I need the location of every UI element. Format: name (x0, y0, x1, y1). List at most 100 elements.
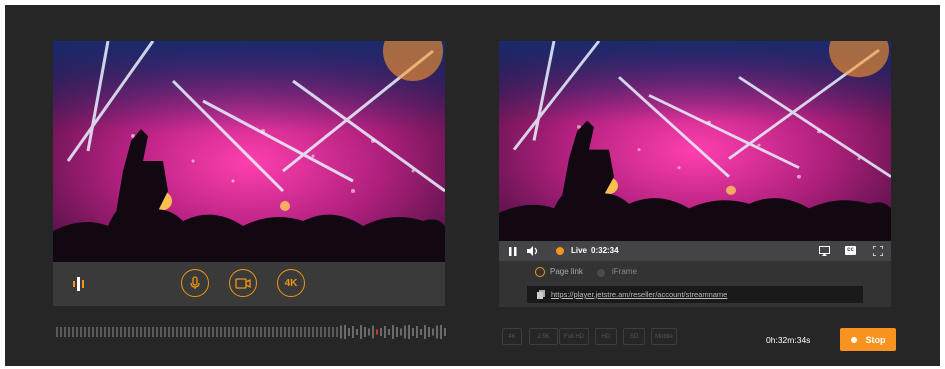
meter-bar (84, 327, 86, 337)
concert-image (53, 41, 445, 262)
meter-bar (196, 327, 198, 337)
quality-hd[interactable]: HD (595, 328, 617, 345)
quality-2-5k[interactable]: 2.5K (529, 328, 558, 345)
volume-icon[interactable] (527, 246, 539, 256)
meter-bar (364, 327, 366, 337)
meter-bar (216, 327, 218, 337)
meter-bar (68, 327, 70, 337)
stream-studio: 4K Live 0:32:34 cc Page link iFrame http… (5, 5, 940, 366)
meter-bar (104, 327, 106, 337)
meter-bar (148, 327, 150, 337)
meter-bar (368, 328, 370, 336)
meter-bar (312, 327, 314, 337)
quality-mobile-label: Mobile (655, 333, 673, 340)
stop-button[interactable]: Stop (840, 328, 896, 351)
meter-bar (184, 327, 186, 337)
meter-bar (408, 325, 410, 339)
preview-controls: 4K (53, 262, 445, 306)
meter-bar (252, 327, 254, 337)
meter-bar (152, 327, 154, 337)
4k-button[interactable]: 4K (277, 269, 305, 297)
quality-sd-label: SD (629, 333, 639, 340)
meter-bar (436, 325, 438, 339)
meter-bar (272, 327, 274, 337)
4k-label: 4K (284, 277, 298, 289)
meter-bar (424, 325, 426, 339)
meter-bar (388, 329, 390, 335)
captions-icon[interactable]: cc (845, 246, 856, 255)
meter-bar (416, 326, 418, 338)
meter-bar (300, 327, 302, 337)
meter-bar (232, 327, 234, 337)
meter-bar (116, 327, 118, 337)
meter-bar (140, 327, 142, 337)
meter-bar (328, 327, 330, 337)
meter-bar (228, 327, 230, 337)
meter-bar (156, 327, 158, 337)
meter-bar (296, 327, 298, 337)
meter-bar (168, 327, 170, 337)
meter-bar (124, 327, 126, 337)
copy-icon[interactable] (537, 290, 545, 299)
meter-bar (392, 325, 394, 339)
meter-bar (172, 327, 174, 337)
iframe-radio[interactable] (597, 269, 605, 277)
meter-bar (100, 327, 102, 337)
meter-bar (276, 327, 278, 337)
meter-bar (444, 328, 446, 336)
meter-bar (316, 327, 318, 337)
page-link-label[interactable]: Page link (550, 267, 583, 276)
meter-bar (256, 327, 258, 337)
meter-bar (376, 329, 378, 335)
quality-sd[interactable]: SD (623, 328, 645, 345)
meter-bar (128, 327, 130, 337)
microphone-button[interactable] (181, 269, 209, 297)
camera-button[interactable] (229, 269, 257, 297)
meter-bar (200, 327, 202, 337)
meter-bar (208, 327, 210, 337)
video-camera-icon (235, 277, 251, 289)
pause-icon[interactable] (509, 247, 517, 256)
meter-bar (264, 327, 266, 337)
meter-bar (420, 329, 422, 335)
meter-bar (64, 327, 66, 337)
meter-bar (120, 327, 122, 337)
meter-bar (400, 328, 402, 336)
meter-bar (260, 327, 262, 337)
meter-bar (72, 327, 74, 337)
concert-image (499, 41, 891, 241)
meter-bar (192, 327, 194, 337)
quality-full-hd[interactable]: Full HD (559, 328, 589, 345)
live-timer: 0:32:34 (591, 246, 619, 255)
meter-bar (164, 327, 166, 337)
share-panel: Page link iFrame https://player.jetstre.… (499, 261, 891, 307)
record-dot-icon (850, 336, 857, 343)
quality-2-5k-label: 2.5K (537, 333, 550, 340)
quality-4k[interactable]: 4K (502, 328, 522, 345)
url-field[interactable]: https://player.jetstre.am/reseller/accou… (527, 286, 863, 303)
camera-preview (53, 41, 445, 262)
meter-bar (292, 327, 294, 337)
meter-bar (372, 325, 374, 339)
meter-bar (112, 327, 114, 337)
quality-mobile[interactable]: Mobile (651, 328, 677, 345)
meter-bar (340, 325, 342, 339)
meter-bar (188, 327, 190, 337)
meter-bar (176, 327, 178, 337)
elapsed-time: 0h:32m:34s (766, 335, 811, 345)
stream-url[interactable]: https://player.jetstre.am/reseller/accou… (551, 290, 727, 299)
meter-bar (360, 325, 362, 339)
meter-bar (160, 327, 162, 337)
meter-bar (92, 327, 94, 337)
meter-bar (348, 328, 350, 336)
meter-bar (432, 328, 434, 336)
page-link-radio[interactable] (535, 267, 545, 277)
meter-bar (220, 327, 222, 337)
cast-icon[interactable] (819, 246, 830, 256)
meter-bar (88, 327, 90, 337)
fullscreen-icon[interactable] (873, 246, 883, 256)
iframe-label[interactable]: iFrame (612, 267, 637, 276)
meter-bar (136, 327, 138, 337)
meter-bar (212, 327, 214, 337)
stop-label: Stop (865, 334, 886, 345)
